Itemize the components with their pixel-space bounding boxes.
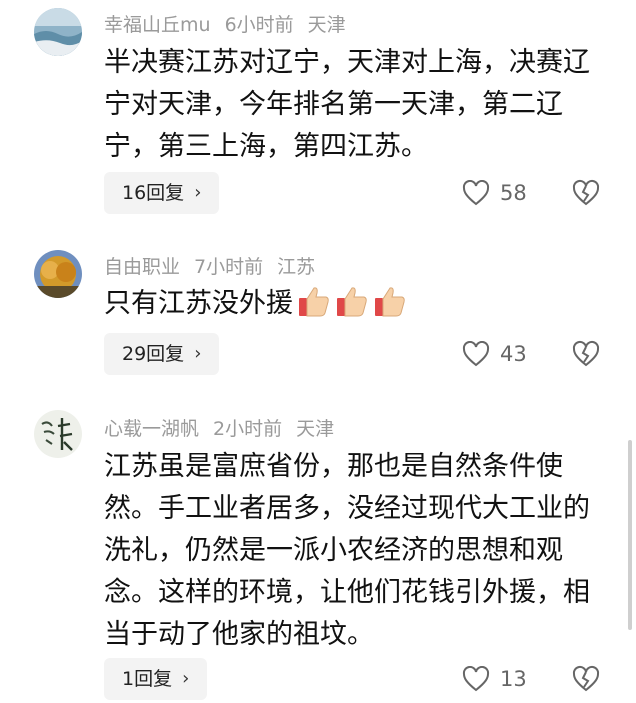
comment-meta: 幸福山丘mu 6小时前 天津 [104,10,360,37]
thumbs-up-icon [337,287,367,317]
like-button[interactable]: 13 [462,658,527,700]
avatar[interactable] [34,410,82,458]
reply-button[interactable]: 16回复 › [104,172,220,214]
timestamp: 7小时前 [194,256,264,278]
location: 江苏 [277,256,316,278]
heart-outline-icon [462,180,490,206]
chevron-right-icon: › [182,668,190,689]
broken-heart-icon[interactable] [572,179,600,207]
like-button[interactable]: 43 [462,333,527,375]
broken-heart-icon[interactable] [572,665,600,693]
username[interactable]: 心载一湖帆 [104,418,199,440]
like-button[interactable]: 58 [462,172,527,214]
like-count: 43 [500,342,527,366]
thumbs-up-icon [299,287,329,317]
heart-outline-icon [462,666,490,692]
comment-meta: 心载一湖帆 2小时前 天津 [104,414,348,441]
location: 天津 [307,14,346,36]
username[interactable]: 幸福山丘mu [104,14,211,36]
broken-heart-icon[interactable] [572,340,600,368]
like-count: 13 [500,667,527,691]
scrollbar[interactable] [628,440,632,630]
timestamp: 2小时前 [213,418,283,440]
avatar[interactable] [34,250,82,298]
reply-button[interactable]: 29回复 › [104,333,220,375]
chevron-right-icon: › [194,182,202,203]
timestamp: 6小时前 [224,14,294,36]
location: 天津 [296,418,335,440]
reply-label: 1回复 [122,668,173,690]
like-count: 58 [500,181,527,205]
heart-outline-icon [462,341,490,367]
comment-text: 江苏虽是富庶省份，那也是自然条件使然。手工业者居多，没经过现代大工业的洗礼，仍然… [104,451,590,650]
comment-meta: 自由职业 7小时前 江苏 [104,252,329,279]
avatar[interactable] [34,8,82,56]
comment-text: 只有江苏没外援 [104,283,604,325]
comment-text: 半决赛江苏对辽宁，天津对上海，决赛辽宁对天津，今年排名第一天津，第二辽宁，第三上… [104,47,590,162]
reply-label: 29回复 [122,343,185,365]
reply-label: 16回复 [122,182,185,204]
username[interactable]: 自由职业 [104,256,180,278]
comment-text-content: 只有江苏没外援 [104,288,293,319]
thumbs-up-icon [375,287,405,317]
chevron-right-icon: › [194,343,202,364]
emoji-group [293,287,407,319]
reply-button[interactable]: 1回复 › [104,658,208,700]
